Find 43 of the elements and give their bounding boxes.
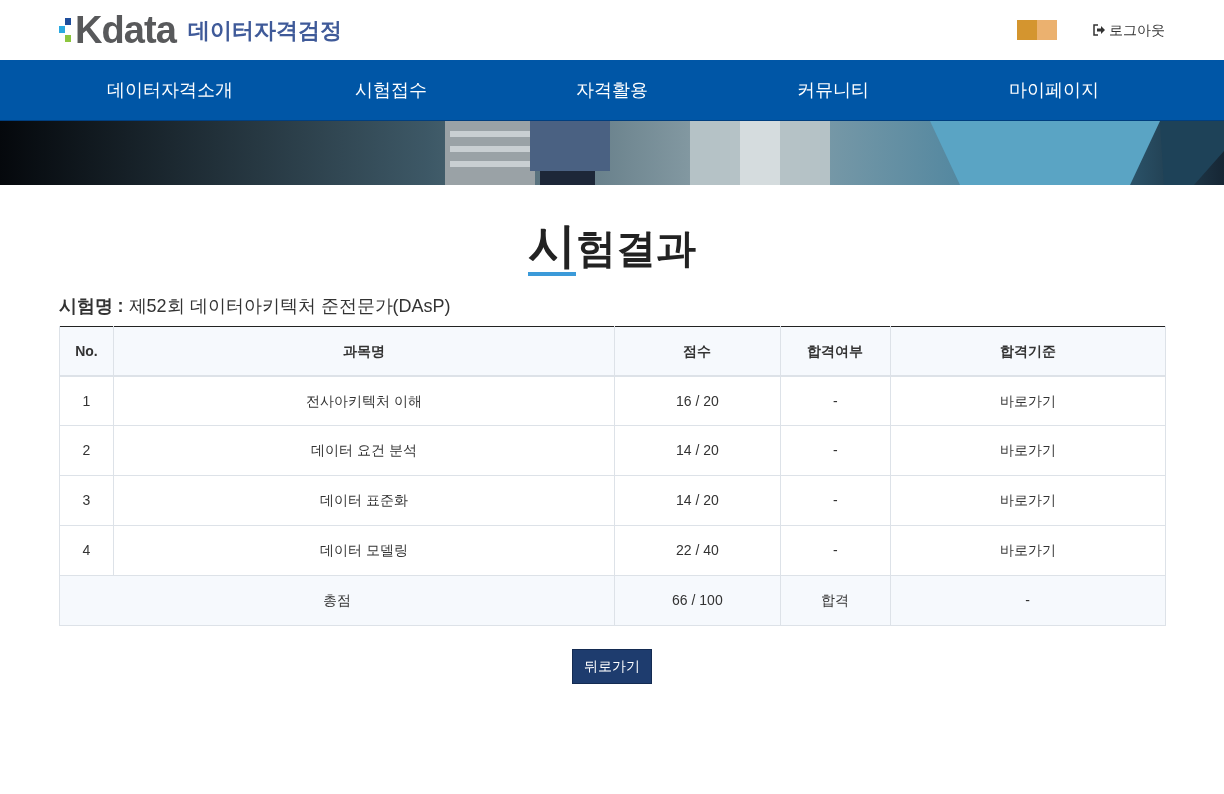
criteria-link[interactable]: 바로가기 bbox=[999, 542, 1056, 559]
criteria-link[interactable]: 바로가기 bbox=[999, 442, 1056, 459]
nav-item[interactable]: 마이페이지 bbox=[1008, 76, 1099, 104]
table-cell: 16 / 20 bbox=[614, 375, 781, 426]
table-cell: 66 / 100 bbox=[614, 575, 781, 626]
exam-name: 시험명 : 제52회 데이터아키텍처 준전문가(DAsP) bbox=[58, 295, 452, 319]
table-cell: 데이터 표준화 bbox=[113, 475, 615, 526]
table-cell: 데이터 모델링 bbox=[113, 525, 615, 576]
table-cell: 전사아키텍처 이해 bbox=[113, 375, 615, 426]
table-cell: - bbox=[780, 375, 891, 426]
table-cell: 14 / 20 bbox=[614, 475, 781, 526]
table-cell: 2 bbox=[59, 425, 114, 476]
column-header: 합격여부 bbox=[780, 326, 891, 376]
color-swatch-icon[interactable] bbox=[1017, 20, 1057, 40]
table-cell: - bbox=[780, 425, 891, 476]
nav-item[interactable]: 데이터자격소개 bbox=[107, 76, 234, 104]
logo-wordmark[interactable]: Kdata bbox=[75, 11, 176, 49]
table-cell: 3 bbox=[59, 475, 114, 526]
table-cell: 14 / 20 bbox=[614, 425, 781, 476]
table-cell: - bbox=[780, 475, 891, 526]
nav-item[interactable]: 시험접수 bbox=[355, 76, 428, 104]
column-header: 점수 bbox=[614, 326, 781, 376]
table-cell: 데이터 요건 분석 bbox=[113, 425, 615, 476]
table-cell: 합격 bbox=[780, 575, 891, 626]
table-cell: 1 bbox=[59, 375, 114, 426]
nav-item[interactable]: 자격활용 bbox=[576, 76, 648, 104]
back-button[interactable]: 뒤로가기 bbox=[572, 649, 652, 685]
logo-mark-icon bbox=[59, 16, 71, 44]
column-header: 합격기준 bbox=[890, 326, 1165, 376]
table-cell: - bbox=[890, 575, 1165, 626]
page-title: 시험결과 bbox=[528, 218, 696, 274]
logo-subtitle: 데이터자격검정 bbox=[187, 16, 342, 45]
criteria-link[interactable]: 바로가기 bbox=[999, 492, 1056, 509]
column-header: 과목명 bbox=[113, 326, 615, 376]
table-cell: 4 bbox=[59, 525, 114, 576]
table-cell: 총점 bbox=[59, 575, 615, 626]
table-cell: - bbox=[780, 525, 891, 576]
nav-item[interactable]: 커뮤니티 bbox=[796, 76, 869, 104]
criteria-link[interactable]: 바로가기 bbox=[999, 392, 1056, 409]
table-cell: 22 / 40 bbox=[614, 525, 781, 576]
column-header: No. bbox=[59, 326, 114, 376]
logout-link[interactable]: 로그아웃 bbox=[1093, 19, 1165, 41]
logout-icon bbox=[1093, 24, 1105, 36]
